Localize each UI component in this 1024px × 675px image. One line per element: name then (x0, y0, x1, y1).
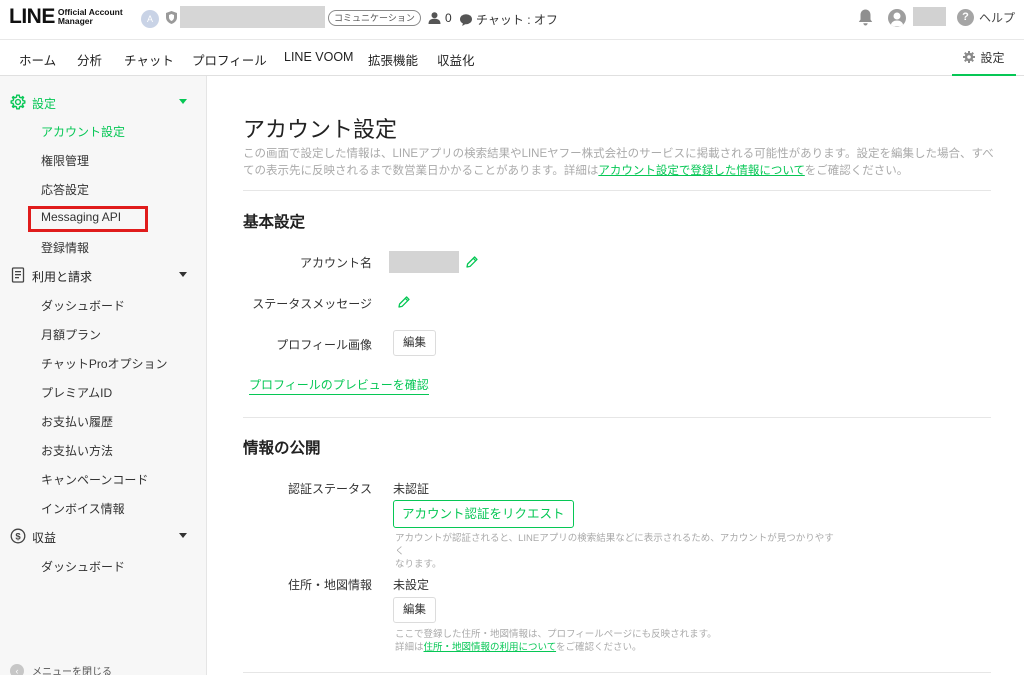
help-link[interactable]: ? ヘルプ (957, 9, 1015, 26)
logo-subtitle-line-2: Manager (57, 16, 93, 26)
account-type-badge: コミュニケーション (328, 10, 421, 26)
tab-settings-label: 設定 (980, 50, 1005, 65)
request-verification-button[interactable]: アカウント認証をリクエスト (393, 500, 574, 528)
address-usage-help-link[interactable]: 住所・地図情報の利用について (424, 642, 557, 653)
account-avatar[interactable]: A (141, 10, 159, 28)
tab-home[interactable]: ホーム (19, 50, 56, 69)
sidebar-section-settings[interactable]: 設定 (0, 91, 207, 113)
chat-status-text: チャット : オフ (476, 13, 558, 27)
sidebar-item-messaging-api[interactable]: Messaging API (41, 210, 121, 224)
sidebar-item-payment-method[interactable]: お支払い方法 (41, 442, 113, 459)
main-nav: ホーム 分析 チャット プロフィール LINE VOOM 拡張機能 収益化 設定 (0, 40, 1024, 76)
sidebar-section-label: 利用と請求 (32, 270, 93, 284)
billing-document-icon (11, 267, 25, 283)
pencil-edit-icon[interactable] (398, 296, 410, 308)
pencil-edit-icon[interactable] (466, 256, 478, 268)
account-name-label: アカウント名 (299, 256, 372, 270)
sidebar-item-revenue-dashboard[interactable]: ダッシュボード (41, 558, 125, 575)
verification-status-label: 認証ステータス (287, 482, 372, 496)
logo-subtitle: Official Account Manager (58, 8, 123, 26)
section-title-public-info: 情報の公開 (243, 440, 321, 457)
address-map-label: 住所・地図情報 (287, 578, 372, 592)
sidebar-item-chat-pro-option[interactable]: チャットProオプション (41, 355, 168, 372)
chat-status[interactable]: チャット : オフ (460, 11, 558, 28)
divider (243, 672, 991, 673)
sidebar: 設定 アカウント設定 権限管理 応答設定 Messaging API 登録情報 … (0, 76, 207, 675)
person-icon (428, 12, 441, 24)
address-edit-button[interactable]: 編集 (393, 597, 436, 623)
svg-text:$: $ (15, 532, 21, 543)
tab-line-voom[interactable]: LINE VOOM (284, 50, 353, 64)
account-name-redacted[interactable] (180, 6, 325, 28)
sidebar-item-premium-id[interactable]: プレミアムID (41, 384, 112, 401)
chat-bubble-icon (460, 13, 472, 26)
section-title-basic-settings: 基本設定 (243, 214, 306, 231)
gear-icon (10, 94, 26, 110)
sidebar-item-permissions[interactable]: 権限管理 (41, 152, 89, 169)
tab-profile[interactable]: プロフィール (192, 50, 267, 69)
status-message-label: ステータスメッセージ (252, 297, 372, 311)
caret-down-icon (179, 99, 187, 104)
sidebar-item-account-settings[interactable]: アカウント設定 (41, 123, 125, 140)
help-icon: ? (957, 9, 974, 26)
line-oa-manager-logo[interactable]: LINE Official Account Manager (9, 6, 123, 28)
user-avatar[interactable] (888, 9, 906, 27)
caret-down-icon (179, 533, 187, 538)
address-note: ここで登録した住所・地図情報は、プロフィールページにも反映されます。 詳細は住所… (395, 628, 835, 654)
gear-icon (963, 51, 976, 63)
verification-note-line-1: アカウントが認証されると、LINEアプリの検索結果などに表示されるため、アカウン… (395, 533, 834, 557)
user-silhouette-icon (890, 12, 904, 27)
tab-analytics[interactable]: 分析 (77, 50, 102, 69)
caret-down-icon (179, 272, 187, 277)
address-note-prefix: 詳細は (395, 642, 424, 653)
dollar-coin-icon: $ (10, 528, 26, 544)
sidebar-item-response-settings[interactable]: 応答設定 (41, 181, 89, 198)
friend-count-value: 0 (445, 11, 452, 25)
page-description: この画面で設定した情報は、LINEアプリの検索結果やLINEヤフー株式会社のサー… (243, 146, 995, 180)
user-name-redacted[interactable] (913, 7, 946, 26)
bell-icon[interactable] (858, 9, 873, 26)
sidebar-section-revenue[interactable]: $ 収益 (0, 525, 207, 547)
shield-icon (166, 11, 177, 24)
divider (243, 417, 991, 418)
close-menu-button[interactable]: ‹ メニューを閉じる (10, 663, 112, 675)
address-note-suffix: をご確認ください。 (556, 642, 642, 653)
sidebar-item-campaign-code[interactable]: キャンペーンコード (41, 471, 148, 488)
profile-image-label: プロフィール画像 (276, 338, 372, 352)
address-map-value: 未設定 (393, 578, 430, 592)
verification-note-line-2: なります。 (395, 559, 442, 570)
sidebar-section-billing[interactable]: 利用と請求 (0, 264, 207, 286)
close-menu-label: メニューを閉じる (32, 667, 112, 675)
chevron-left-icon: ‹ (10, 663, 24, 675)
tab-monetization[interactable]: 収益化 (437, 50, 475, 69)
description-suffix: をご確認ください。 (804, 165, 909, 177)
sidebar-section-label: 設定 (32, 97, 57, 111)
tab-extensions[interactable]: 拡張機能 (368, 50, 418, 69)
main-content: アカウント設定 この画面で設定した情報は、LINEアプリの検索結果やLINEヤフ… (207, 76, 1024, 675)
profile-image-edit-button[interactable]: 編集 (393, 330, 436, 356)
verification-status-value: 未認証 (393, 482, 430, 496)
top-header: LINE Official Account Manager A コミュニケーショ… (0, 0, 1024, 40)
sidebar-item-invoice-info[interactable]: インボイス情報 (41, 500, 125, 517)
sidebar-item-dashboard[interactable]: ダッシュボード (41, 297, 125, 314)
tab-settings[interactable]: 設定 (952, 40, 1016, 76)
logo-wordmark: LINE (9, 5, 55, 28)
page-title: アカウント設定 (243, 117, 398, 142)
verification-note: アカウントが認証されると、LINEアプリの検索結果などに表示されるため、アカウン… (395, 532, 835, 571)
friend-count[interactable]: 0 (428, 11, 452, 25)
account-name-value-redacted (389, 251, 459, 273)
sidebar-item-payment-history[interactable]: お支払い履歴 (41, 413, 113, 430)
profile-preview-link[interactable]: プロフィールのプレビューを確認 (249, 376, 429, 395)
sidebar-section-label: 収益 (32, 531, 57, 545)
sidebar-item-monthly-plan[interactable]: 月額プラン (41, 326, 101, 343)
tab-chat[interactable]: チャット (124, 50, 174, 69)
account-info-help-link[interactable]: アカウント設定で登録した情報について (598, 165, 804, 177)
divider (243, 190, 991, 191)
help-label: ヘルプ (979, 11, 1016, 25)
address-note-line-1: ここで登録した住所・地図情報は、プロフィールページにも反映されます。 (395, 629, 717, 640)
sidebar-item-registration-info[interactable]: 登録情報 (41, 239, 89, 256)
